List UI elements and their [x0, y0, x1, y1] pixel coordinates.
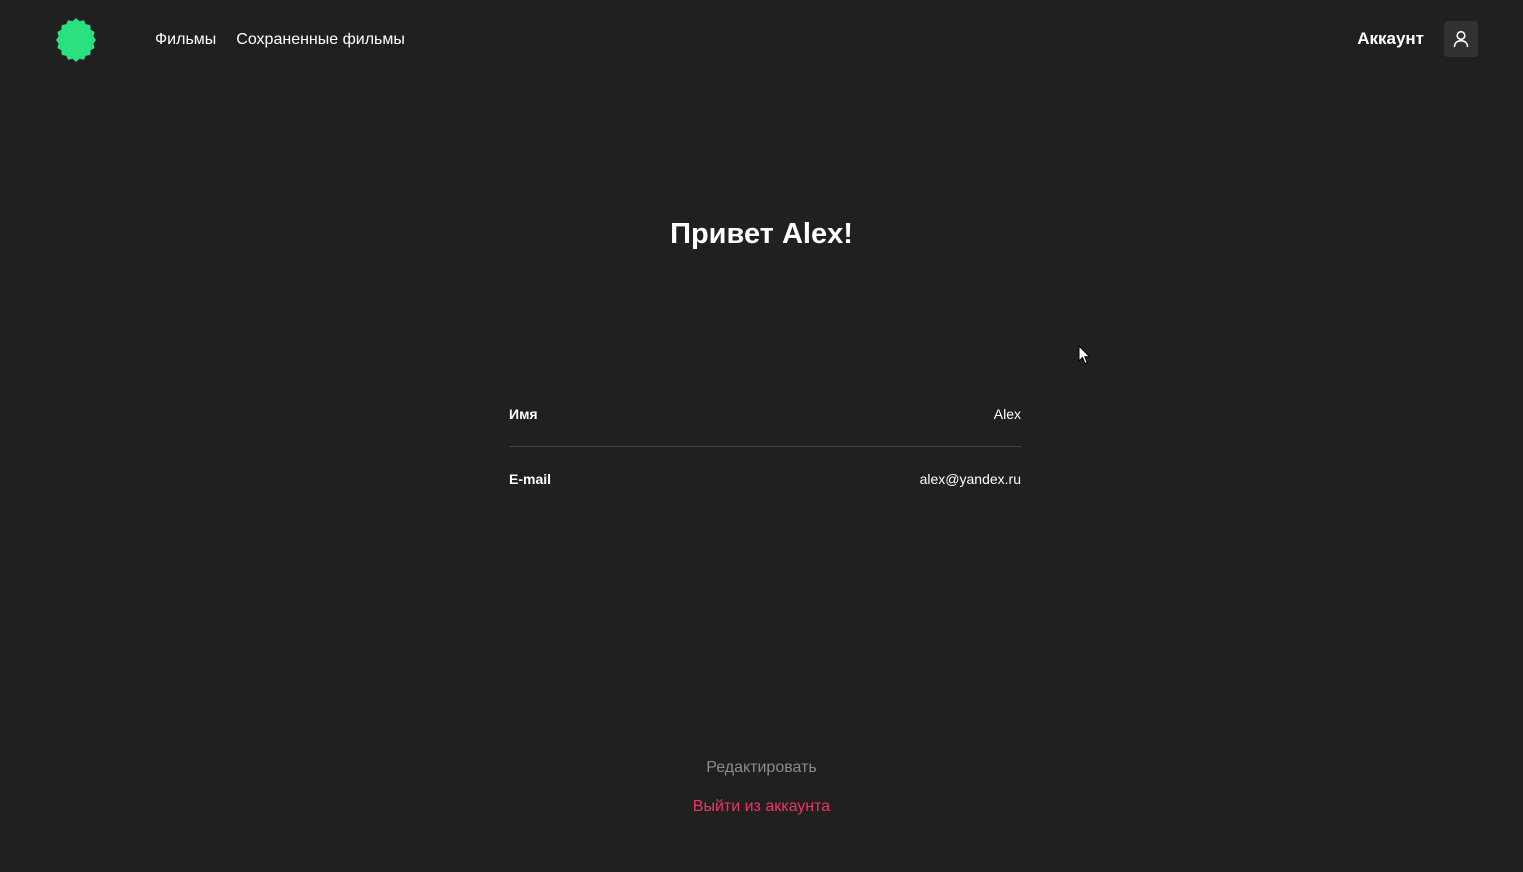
nav-saved-movies-link[interactable]: Сохраненные фильмы	[236, 31, 405, 49]
main-nav: Фильмы Сохраненные фильмы	[155, 31, 405, 49]
nav-movies-link[interactable]: Фильмы	[155, 31, 216, 49]
email-value: alex@yandex.ru	[919, 471, 1021, 487]
user-icon[interactable]	[1444, 21, 1478, 57]
name-label: Имя	[509, 406, 538, 422]
profile-info: Имя Alex E-mail alex@yandex.ru	[509, 400, 1021, 493]
account-button[interactable]: Аккаунт	[1357, 21, 1478, 57]
mouse-cursor-icon	[1078, 345, 1091, 365]
name-value: Alex	[993, 406, 1021, 422]
email-label: E-mail	[509, 471, 552, 487]
profile-actions: Редактировать Выйти из аккаунта	[0, 758, 1523, 816]
profile-row-email: E-mail alex@yandex.ru	[509, 465, 1021, 493]
site-header: Фильмы Сохраненные фильмы Аккаунт	[0, 0, 1523, 80]
account-label: Аккаунт	[1357, 29, 1424, 48]
profile-row-name: Имя Alex	[509, 400, 1021, 447]
logout-button[interactable]: Выйти из аккаунта	[693, 797, 830, 816]
logo-icon[interactable]	[53, 17, 99, 63]
profile-greeting: Привет Alex!	[670, 218, 853, 250]
edit-profile-button[interactable]: Редактировать	[706, 758, 817, 777]
